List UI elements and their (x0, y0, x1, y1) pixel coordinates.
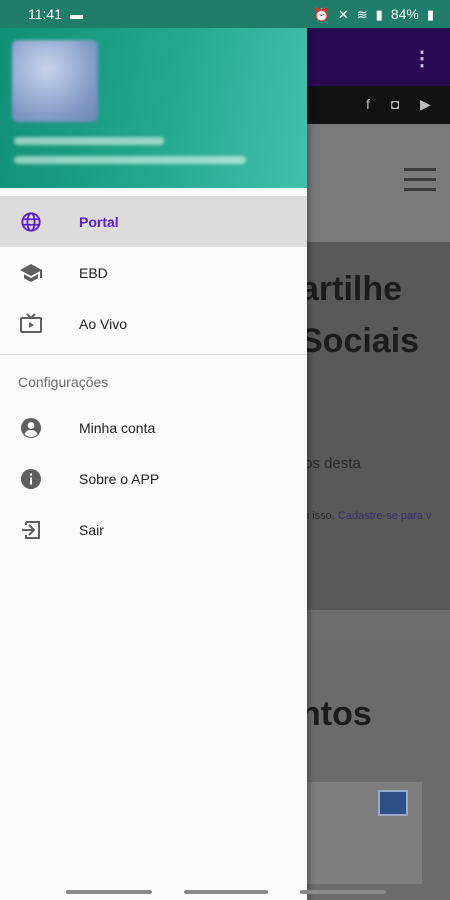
hamburger-icon[interactable] (404, 168, 436, 198)
section-heading: ntos (300, 695, 372, 733)
message-icon: ▬ (70, 6, 83, 22)
signup-link[interactable]: Cadastre-se para v (338, 510, 432, 522)
drawer-item-minha-conta[interactable]: Minha conta (0, 402, 307, 453)
drawer-item-ao-vivo[interactable]: Ao Vivo (0, 298, 307, 349)
settings-section-title: Configurações (18, 374, 109, 390)
drawer-item-sobre-o-app[interactable]: Sobre o APP (0, 453, 307, 504)
drawer-item-label: Portal (79, 213, 119, 230)
nav-recents-handle[interactable] (66, 890, 152, 894)
mute-icon: ✕ (337, 6, 349, 22)
system-nav-bar (0, 886, 450, 900)
signal-icon: ▮ (375, 6, 383, 22)
drawer-item-sair[interactable]: Sair (0, 504, 307, 555)
nav-home-handle[interactable] (184, 890, 268, 894)
user-email-blurred (14, 156, 246, 164)
live-tv-icon (19, 312, 43, 336)
account-circle-icon (19, 416, 43, 440)
youtube-icon[interactable]: ▶ (420, 96, 431, 113)
logout-icon (19, 518, 43, 542)
drawer-item-label: Minha conta (79, 419, 156, 436)
school-icon (19, 261, 43, 285)
drawer-item-label: EBD (79, 264, 108, 281)
hero-heading-line-1: artilhe (300, 270, 403, 308)
status-bar: 11:41 ▬ ⏰ ✕ ≋ ▮ 84% ▮ (0, 0, 450, 28)
battery-icon: ▮ (426, 6, 434, 22)
drawer-item-label: Sobre o APP (79, 470, 160, 487)
hero-body-text: tos desta (300, 455, 361, 472)
instagram-icon[interactable]: ◘ (391, 96, 399, 112)
info-icon (19, 467, 43, 491)
facebook-icon[interactable]: f (366, 96, 370, 112)
drawer-divider (0, 354, 307, 355)
battery-percent: 84% (390, 6, 419, 22)
wifi-icon: ≋ (356, 6, 368, 22)
hero-small-text: m isso. Cadastre-se para v (300, 510, 431, 522)
drawer-item-label: Sair (79, 521, 104, 538)
alarm-icon: ⏰ (313, 6, 330, 22)
avatar[interactable] (12, 40, 98, 122)
globe-icon (19, 210, 43, 234)
drawer-item-ebd[interactable]: EBD (0, 247, 307, 298)
drawer-menu: Portal EBD Ao Vivo Configurações Minha c… (0, 196, 307, 555)
nav-back-handle[interactable] (300, 890, 386, 894)
hero-heading-line-2: Sociais (300, 322, 420, 360)
status-time: 11:41 (28, 6, 62, 22)
navigation-drawer: Portal EBD Ao Vivo Configurações Minha c… (0, 0, 307, 900)
drawer-item-portal[interactable]: Portal (0, 196, 307, 247)
card-thumbnail (378, 790, 408, 816)
drawer-header (0, 0, 307, 188)
drawer-item-label: Ao Vivo (79, 315, 127, 332)
user-name-blurred (14, 137, 164, 145)
overflow-menu-icon[interactable]: ⋮ (412, 46, 432, 71)
